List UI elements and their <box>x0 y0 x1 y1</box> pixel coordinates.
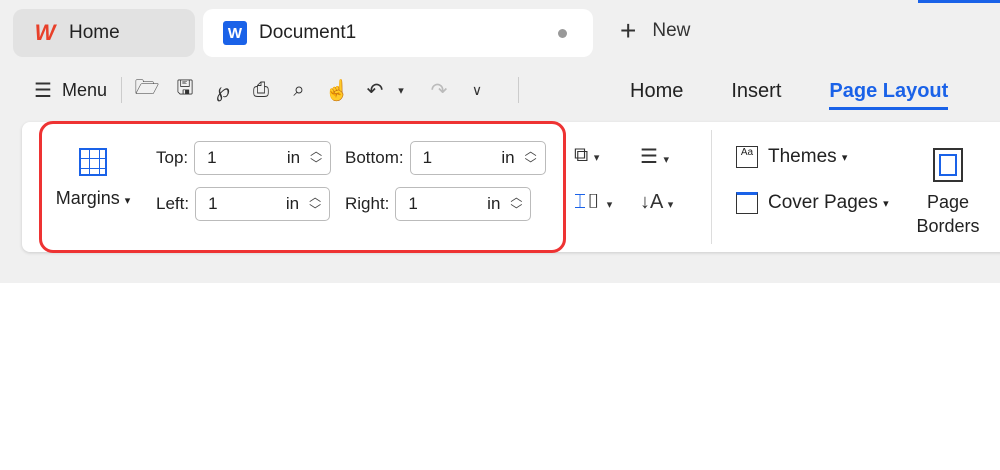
undo-dropdown-icon[interactable]: ▾ <box>390 79 412 101</box>
divider <box>518 77 520 103</box>
right-value: 1 <box>408 194 418 213</box>
cover-pages-button[interactable]: Cover Pages ▾ <box>736 192 889 214</box>
unit: in <box>285 194 300 213</box>
print-icon[interactable]: ⎙ <box>250 79 272 101</box>
orientation-icon[interactable]: ⧉ ▾ <box>574 144 599 167</box>
unit: in <box>286 148 301 167</box>
bottom-value: 1 <box>422 148 433 167</box>
tab-home-label: Home <box>69 22 120 43</box>
unit: in <box>501 148 515 167</box>
tab-home[interactable]: W Home <box>13 9 195 57</box>
menu-button[interactable]: Menu <box>62 80 107 101</box>
text-direction-icon[interactable]: ↓A ▾ <box>640 191 673 214</box>
themes-label: Themes <box>768 146 837 167</box>
themes-button[interactable]: Aa Themes ▾ <box>736 146 847 168</box>
left-margin-field: Left: 1 in ︿ ﹀ <box>156 187 331 221</box>
margins-button[interactable]: Margins ▾ <box>48 148 138 209</box>
spinner[interactable]: ︿ ﹀ <box>309 191 321 217</box>
tab-document[interactable]: W Document1 <box>203 9 593 57</box>
top-label: Top: <box>156 148 189 167</box>
new-tab-button[interactable]: + New <box>620 15 691 46</box>
tab-page-layout[interactable]: Page Layout <box>829 80 949 110</box>
more-chevron-down-icon[interactable]: ∨ <box>466 79 488 101</box>
columns-icon[interactable]: ☰ ▾ <box>640 144 669 169</box>
chevron-down-icon: ▾ <box>841 151 848 164</box>
save-icon[interactable]: 🖫 <box>174 77 196 101</box>
cover-pages-icon <box>736 192 758 214</box>
quick-access-toolbar: ☰ Menu 🗁 🖫 ℘ ⎙ ⌕ ☝ ↶ ▾ ↷ ∨ <box>32 75 533 105</box>
spinner[interactable]: ︿ ﹀ <box>510 191 522 217</box>
page-size-icon[interactable]: ⌶▯ ▾ <box>574 191 612 214</box>
unsaved-dot-icon[interactable] <box>558 28 567 38</box>
hamburger-icon[interactable]: ☰ <box>32 79 54 102</box>
cover-pages-label: Cover Pages <box>768 192 878 213</box>
right-label: Right: <box>345 194 390 213</box>
page-borders-label-1: Page <box>926 192 970 212</box>
bottom-margin-input[interactable]: 1 in ︿ ﹀ <box>409 141 546 175</box>
undo-icon[interactable]: ↶ <box>364 79 386 102</box>
print-preview-icon[interactable]: ⌕ <box>288 79 310 101</box>
chevron-down-icon: ▾ <box>883 197 889 210</box>
accent-bar <box>918 0 1000 3</box>
page-borders-icon <box>933 148 963 182</box>
right-margin-field: Right: 1 in ︿ ﹀ <box>345 187 532 221</box>
margins-label: Margins <box>55 188 120 208</box>
format-painter-icon[interactable]: ℘ <box>212 79 234 102</box>
left-label: Left: <box>156 194 190 213</box>
top-margin-field: Top: 1 in ︿ ﹀ <box>156 141 332 175</box>
page-borders-button[interactable]: Page Borders <box>912 148 984 238</box>
tab-insert[interactable]: Insert <box>731 80 781 110</box>
left-margin-input[interactable]: 1 in ︿ ﹀ <box>195 187 331 221</box>
themes-icon: Aa <box>736 146 758 168</box>
page-borders-label-2: Borders <box>916 216 980 236</box>
spinner[interactable]: ︿ ﹀ <box>525 145 537 171</box>
chevron-down-icon: ▾ <box>124 195 131 207</box>
left-value: 1 <box>208 194 218 213</box>
wps-logo-icon: W <box>34 20 56 45</box>
tab-document-label: Document1 <box>259 22 357 43</box>
bottom-label: Bottom: <box>345 148 404 167</box>
redo-icon[interactable]: ↷ <box>428 79 450 102</box>
open-folder-icon[interactable]: 🗁 <box>135 77 160 101</box>
hand-icon[interactable]: ☝ <box>325 79 350 102</box>
ribbon-tabs: Home Insert Page Layout <box>630 80 949 110</box>
plus-icon: + <box>620 15 637 46</box>
spinner[interactable]: ︿ ﹀ <box>310 145 322 171</box>
writer-doc-icon: W <box>223 21 247 45</box>
bottom-margin-field: Bottom: 1 in ︿ ﹀ <box>345 141 546 175</box>
tab-ribbon-home[interactable]: Home <box>630 80 683 110</box>
unit: in <box>487 194 501 213</box>
divider <box>121 77 123 103</box>
new-label: New <box>652 20 691 41</box>
top-margin-input[interactable]: 1 in ︿ ﹀ <box>194 141 332 175</box>
top-value: 1 <box>207 148 217 167</box>
divider <box>711 130 712 244</box>
right-margin-input[interactable]: 1 in ︿ ﹀ <box>395 187 532 221</box>
margins-icon <box>79 148 107 176</box>
